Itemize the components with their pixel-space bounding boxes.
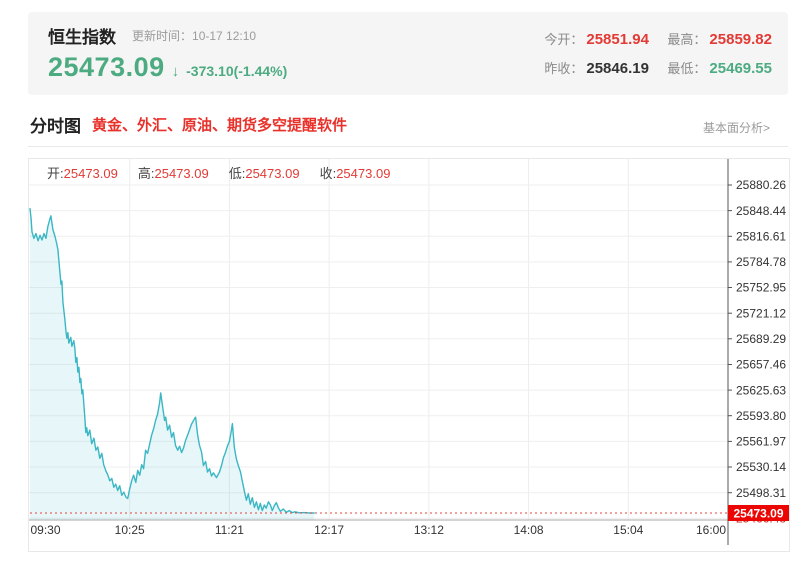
stat-high: 最高：25859.82 <box>667 31 772 48</box>
stats-row-top: 今开：25851.94 最高：25859.82 <box>530 25 772 54</box>
fundamental-analysis-link[interactable]: 基本面分析> <box>703 119 770 136</box>
svg-text:15:04: 15:04 <box>613 523 643 537</box>
promo-link[interactable]: 黄金、外汇、原油、期货多空提醒软件 <box>92 114 347 135</box>
index-summary-card: 恒生指数 更新时间：10-17 12:10 25473.09 ↓ -373.10… <box>28 12 788 95</box>
ohlc-close-label: 收: <box>320 166 337 181</box>
svg-text:25473.09: 25473.09 <box>733 506 783 520</box>
stat-high-label: 最高： <box>667 32 706 47</box>
svg-text:25880.26: 25880.26 <box>736 178 786 192</box>
stat-open-value: 25851.94 <box>586 31 649 48</box>
svg-text:25752.95: 25752.95 <box>736 281 786 295</box>
svg-text:25689.29: 25689.29 <box>736 332 786 346</box>
stat-low-label: 最低： <box>667 61 706 76</box>
svg-text:10:25: 10:25 <box>115 523 145 537</box>
stat-high-value: 25859.82 <box>709 31 772 48</box>
update-time: 更新时间：10-17 12:10 <box>132 27 256 44</box>
chart-plot-area[interactable]: 25880.26 25848.44 25816.61 25784.78 25752.95… <box>29 159 789 551</box>
svg-text:14:08: 14:08 <box>514 523 544 537</box>
svg-text:11:21: 11:21 <box>215 523 244 537</box>
update-time-value: 10-17 12:10 <box>192 29 256 43</box>
intraday-chart[interactable]: 开:25473.09 高:25473.09 低:25473.09 收:25473… <box>28 158 790 552</box>
svg-text:25816.61: 25816.61 <box>736 230 786 244</box>
svg-text:12:17: 12:17 <box>314 523 344 537</box>
ohlc-close: 收:25473.09 <box>320 163 391 182</box>
svg-text:25498.31: 25498.31 <box>736 486 786 500</box>
section-divider <box>28 146 788 147</box>
stat-low: 最低：25469.55 <box>667 60 772 77</box>
stats-row-bottom: 昨收：25846.19 最低：25469.55 <box>530 54 772 83</box>
svg-text:25625.63: 25625.63 <box>736 383 786 397</box>
svg-text:25848.44: 25848.44 <box>736 204 786 218</box>
daily-stats: 今开：25851.94 最高：25859.82 昨收：25846.19 最低：2… <box>530 25 772 83</box>
stat-open-label: 今开： <box>544 32 583 47</box>
section-title: 分时图 <box>30 112 81 137</box>
price-row: 25473.09 ↓ -373.10(-1.44%) <box>48 52 287 83</box>
ohlc-close-value: 25473.09 <box>336 166 390 181</box>
svg-text:25784.78: 25784.78 <box>736 255 786 269</box>
ohlc-high: 高:25473.09 <box>138 163 209 182</box>
ohlc-open-label: 开: <box>47 166 64 181</box>
ohlc-high-value: 25473.09 <box>154 166 208 181</box>
ohlc-low-label: 低: <box>229 166 246 181</box>
svg-text:25657.46: 25657.46 <box>736 358 786 372</box>
stat-prev-close: 昨收：25846.19 <box>544 60 649 77</box>
ohlc-high-label: 高: <box>138 166 155 181</box>
current-price: 25473.09 <box>48 52 165 83</box>
stat-prev-close-value: 25846.19 <box>586 60 649 77</box>
ohlc-row: 开:25473.09 高:25473.09 低:25473.09 收:25473… <box>47 163 390 182</box>
svg-text:09:30: 09:30 <box>31 523 61 537</box>
ohlc-low-value: 25473.09 <box>245 166 299 181</box>
svg-text:13:12: 13:12 <box>414 523 444 537</box>
svg-text:25593.80: 25593.80 <box>736 409 786 423</box>
svg-text:25530.14: 25530.14 <box>736 460 786 474</box>
svg-text:25721.12: 25721.12 <box>736 306 786 320</box>
index-name: 恒生指数 <box>48 23 116 48</box>
stat-low-value: 25469.55 <box>709 60 772 77</box>
stat-open: 今开：25851.94 <box>544 31 649 48</box>
ohlc-low: 低:25473.09 <box>229 163 300 182</box>
ohlc-open-value: 25473.09 <box>64 166 118 181</box>
update-time-label: 更新时间： <box>132 29 192 43</box>
down-arrow-icon: ↓ <box>172 63 180 80</box>
stat-prev-close-label: 昨收： <box>544 61 583 76</box>
price-change: -373.10(-1.44%) <box>186 63 287 79</box>
svg-text:16:00: 16:00 <box>696 523 726 537</box>
ohlc-open: 开:25473.09 <box>47 163 118 182</box>
svg-text:25561.97: 25561.97 <box>736 435 786 449</box>
